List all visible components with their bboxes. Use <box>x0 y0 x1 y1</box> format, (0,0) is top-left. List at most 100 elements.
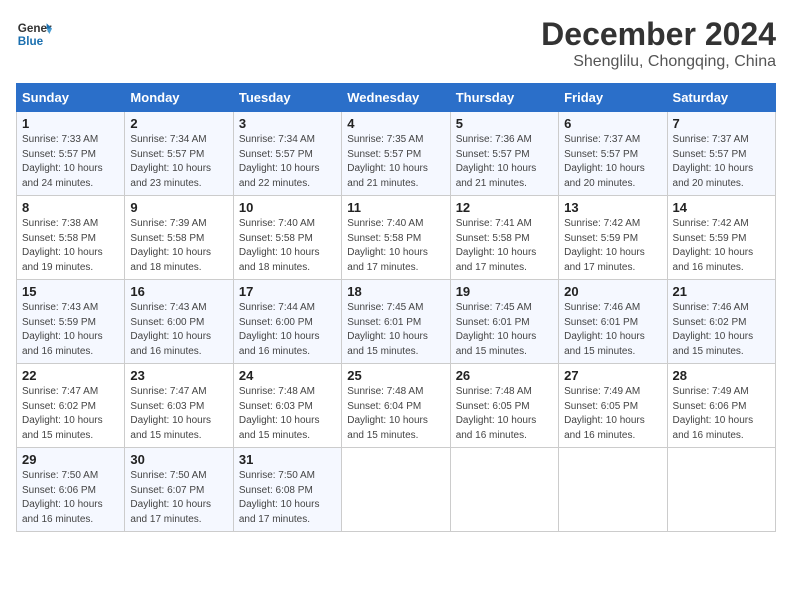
location-subtitle: Shenglilu, Chongqing, China <box>541 53 776 71</box>
calendar-cell: 6Sunrise: 7:37 AM Sunset: 5:57 PM Daylig… <box>559 112 667 196</box>
day-info: Sunrise: 7:48 AM Sunset: 6:03 PM Dayligh… <box>239 385 336 443</box>
calendar-cell: 3 Sunrise: 7:34 AM Sunset: 5:57 PM Daylig… <box>233 112 341 196</box>
day-info: Sunrise: 7:34 AM Sunset: 5:57 PM Dayligh… <box>239 133 336 191</box>
day-info: Sunrise: 7:40 AM Sunset: 5:58 PM Dayligh… <box>239 217 336 275</box>
day-number: 6 <box>564 116 661 131</box>
column-header-friday: Friday <box>559 84 667 112</box>
day-number: 8 <box>22 200 119 215</box>
calendar-cell: 27Sunrise: 7:49 AM Sunset: 6:05 PM Dayli… <box>559 364 667 448</box>
calendar-cell <box>667 448 775 532</box>
day-info: Sunrise: 7:50 AM Sunset: 6:08 PM Dayligh… <box>239 469 336 527</box>
calendar-cell: 7 Sunrise: 7:37 AM Sunset: 5:57 PM Daylig… <box>667 112 775 196</box>
day-number: 1 <box>22 116 119 131</box>
day-number: 12 <box>456 200 553 215</box>
calendar-cell: 16Sunrise: 7:43 AM Sunset: 6:00 PM Dayli… <box>125 280 233 364</box>
day-info: Sunrise: 7:41 AM Sunset: 5:58 PM Dayligh… <box>456 217 553 275</box>
calendar-cell <box>559 448 667 532</box>
calendar-week-row: 15Sunrise: 7:43 AM Sunset: 5:59 PM Dayli… <box>17 280 776 364</box>
day-info: Sunrise: 7:44 AM Sunset: 6:00 PM Dayligh… <box>239 301 336 359</box>
day-info: Sunrise: 7:46 AM Sunset: 6:01 PM Dayligh… <box>564 301 661 359</box>
day-number: 10 <box>239 200 336 215</box>
month-title: December 2024 <box>541 16 776 53</box>
day-info: Sunrise: 7:45 AM Sunset: 6:01 PM Dayligh… <box>347 301 444 359</box>
day-number: 22 <box>22 368 119 383</box>
calendar-cell: 23 Sunrise: 7:47 AM Sunset: 6:03 PM Dayli… <box>125 364 233 448</box>
page-header: General Blue December 2024 Shenglilu, Ch… <box>16 16 776 71</box>
day-info: Sunrise: 7:42 AM Sunset: 5:59 PM Dayligh… <box>564 217 661 275</box>
day-info: Sunrise: 7:39 AM Sunset: 5:58 PM Dayligh… <box>130 217 227 275</box>
day-info: Sunrise: 7:45 AM Sunset: 6:01 PM Dayligh… <box>456 301 553 359</box>
day-info: Sunrise: 7:37 AM Sunset: 5:57 PM Dayligh… <box>673 133 770 191</box>
day-number: 29 <box>22 452 119 467</box>
calendar-cell: 28 Sunrise: 7:49 AM Sunset: 6:06 PM Dayli… <box>667 364 775 448</box>
day-number: 7 <box>673 116 770 131</box>
calendar-cell: 26Sunrise: 7:48 AM Sunset: 6:05 PM Dayli… <box>450 364 558 448</box>
calendar-cell: 9 Sunrise: 7:39 AM Sunset: 5:58 PM Daylig… <box>125 196 233 280</box>
logo-icon: General Blue <box>16 16 52 52</box>
title-block: December 2024 Shenglilu, Chongqing, Chin… <box>541 16 776 71</box>
calendar-cell: 4 Sunrise: 7:35 AM Sunset: 5:57 PM Daylig… <box>342 112 450 196</box>
day-number: 11 <box>347 200 444 215</box>
calendar-cell: 31 Sunrise: 7:50 AM Sunset: 6:08 PM Dayli… <box>233 448 341 532</box>
calendar-cell <box>450 448 558 532</box>
day-number: 15 <box>22 284 119 299</box>
day-info: Sunrise: 7:43 AM Sunset: 6:00 PM Dayligh… <box>130 301 227 359</box>
calendar-cell: 24 Sunrise: 7:48 AM Sunset: 6:03 PM Dayli… <box>233 364 341 448</box>
calendar-cell: 21Sunrise: 7:46 AM Sunset: 6:02 PM Dayli… <box>667 280 775 364</box>
calendar-cell: 8 Sunrise: 7:38 AM Sunset: 5:58 PM Daylig… <box>17 196 125 280</box>
day-info: Sunrise: 7:38 AM Sunset: 5:58 PM Dayligh… <box>22 217 119 275</box>
day-info: Sunrise: 7:36 AM Sunset: 5:57 PM Dayligh… <box>456 133 553 191</box>
day-info: Sunrise: 7:49 AM Sunset: 6:06 PM Dayligh… <box>673 385 770 443</box>
day-info: Sunrise: 7:47 AM Sunset: 6:02 PM Dayligh… <box>22 385 119 443</box>
calendar-cell: 12 Sunrise: 7:41 AM Sunset: 5:58 PM Dayli… <box>450 196 558 280</box>
calendar-header-row: SundayMondayTuesdayWednesdayThursdayFrid… <box>17 84 776 112</box>
day-number: 3 <box>239 116 336 131</box>
day-info: Sunrise: 7:35 AM Sunset: 5:57 PM Dayligh… <box>347 133 444 191</box>
calendar-table: SundayMondayTuesdayWednesdayThursdayFrid… <box>16 83 776 532</box>
calendar-cell: 15Sunrise: 7:43 AM Sunset: 5:59 PM Dayli… <box>17 280 125 364</box>
day-number: 24 <box>239 368 336 383</box>
svg-text:Blue: Blue <box>18 35 44 48</box>
day-number: 14 <box>673 200 770 215</box>
day-info: Sunrise: 7:33 AM Sunset: 5:57 PM Dayligh… <box>22 133 119 191</box>
day-number: 2 <box>130 116 227 131</box>
day-number: 23 <box>130 368 227 383</box>
column-header-sunday: Sunday <box>17 84 125 112</box>
day-number: 19 <box>456 284 553 299</box>
day-info: Sunrise: 7:50 AM Sunset: 6:06 PM Dayligh… <box>22 469 119 527</box>
calendar-cell: 11 Sunrise: 7:40 AM Sunset: 5:58 PM Dayli… <box>342 196 450 280</box>
day-number: 31 <box>239 452 336 467</box>
day-info: Sunrise: 7:47 AM Sunset: 6:03 PM Dayligh… <box>130 385 227 443</box>
calendar-cell: 10 Sunrise: 7:40 AM Sunset: 5:58 PM Dayli… <box>233 196 341 280</box>
day-number: 4 <box>347 116 444 131</box>
calendar-cell: 14 Sunrise: 7:42 AM Sunset: 5:59 PM Dayli… <box>667 196 775 280</box>
calendar-cell: 13 Sunrise: 7:42 AM Sunset: 5:59 PM Dayli… <box>559 196 667 280</box>
column-header-monday: Monday <box>125 84 233 112</box>
day-number: 5 <box>456 116 553 131</box>
day-number: 13 <box>564 200 661 215</box>
calendar-cell: 19 Sunrise: 7:45 AM Sunset: 6:01 PM Dayli… <box>450 280 558 364</box>
calendar-cell: 30 Sunrise: 7:50 AM Sunset: 6:07 PM Dayli… <box>125 448 233 532</box>
calendar-week-row: 8 Sunrise: 7:38 AM Sunset: 5:58 PM Daylig… <box>17 196 776 280</box>
day-number: 9 <box>130 200 227 215</box>
calendar-cell: 29 Sunrise: 7:50 AM Sunset: 6:06 PM Dayli… <box>17 448 125 532</box>
calendar-cell <box>342 448 450 532</box>
day-info: Sunrise: 7:50 AM Sunset: 6:07 PM Dayligh… <box>130 469 227 527</box>
calendar-cell: 20Sunrise: 7:46 AM Sunset: 6:01 PM Dayli… <box>559 280 667 364</box>
day-number: 25 <box>347 368 444 383</box>
day-info: Sunrise: 7:48 AM Sunset: 6:04 PM Dayligh… <box>347 385 444 443</box>
calendar-week-row: 22 Sunrise: 7:47 AM Sunset: 6:02 PM Dayli… <box>17 364 776 448</box>
column-header-saturday: Saturday <box>667 84 775 112</box>
column-header-tuesday: Tuesday <box>233 84 341 112</box>
day-number: 30 <box>130 452 227 467</box>
calendar-cell: 25 Sunrise: 7:48 AM Sunset: 6:04 PM Dayli… <box>342 364 450 448</box>
logo: General Blue <box>16 16 52 52</box>
day-number: 28 <box>673 368 770 383</box>
column-header-wednesday: Wednesday <box>342 84 450 112</box>
day-info: Sunrise: 7:42 AM Sunset: 5:59 PM Dayligh… <box>673 217 770 275</box>
day-info: Sunrise: 7:40 AM Sunset: 5:58 PM Dayligh… <box>347 217 444 275</box>
day-number: 27 <box>564 368 661 383</box>
calendar-cell: 2Sunrise: 7:34 AM Sunset: 5:57 PM Daylig… <box>125 112 233 196</box>
column-header-thursday: Thursday <box>450 84 558 112</box>
calendar-cell: 22 Sunrise: 7:47 AM Sunset: 6:02 PM Dayli… <box>17 364 125 448</box>
